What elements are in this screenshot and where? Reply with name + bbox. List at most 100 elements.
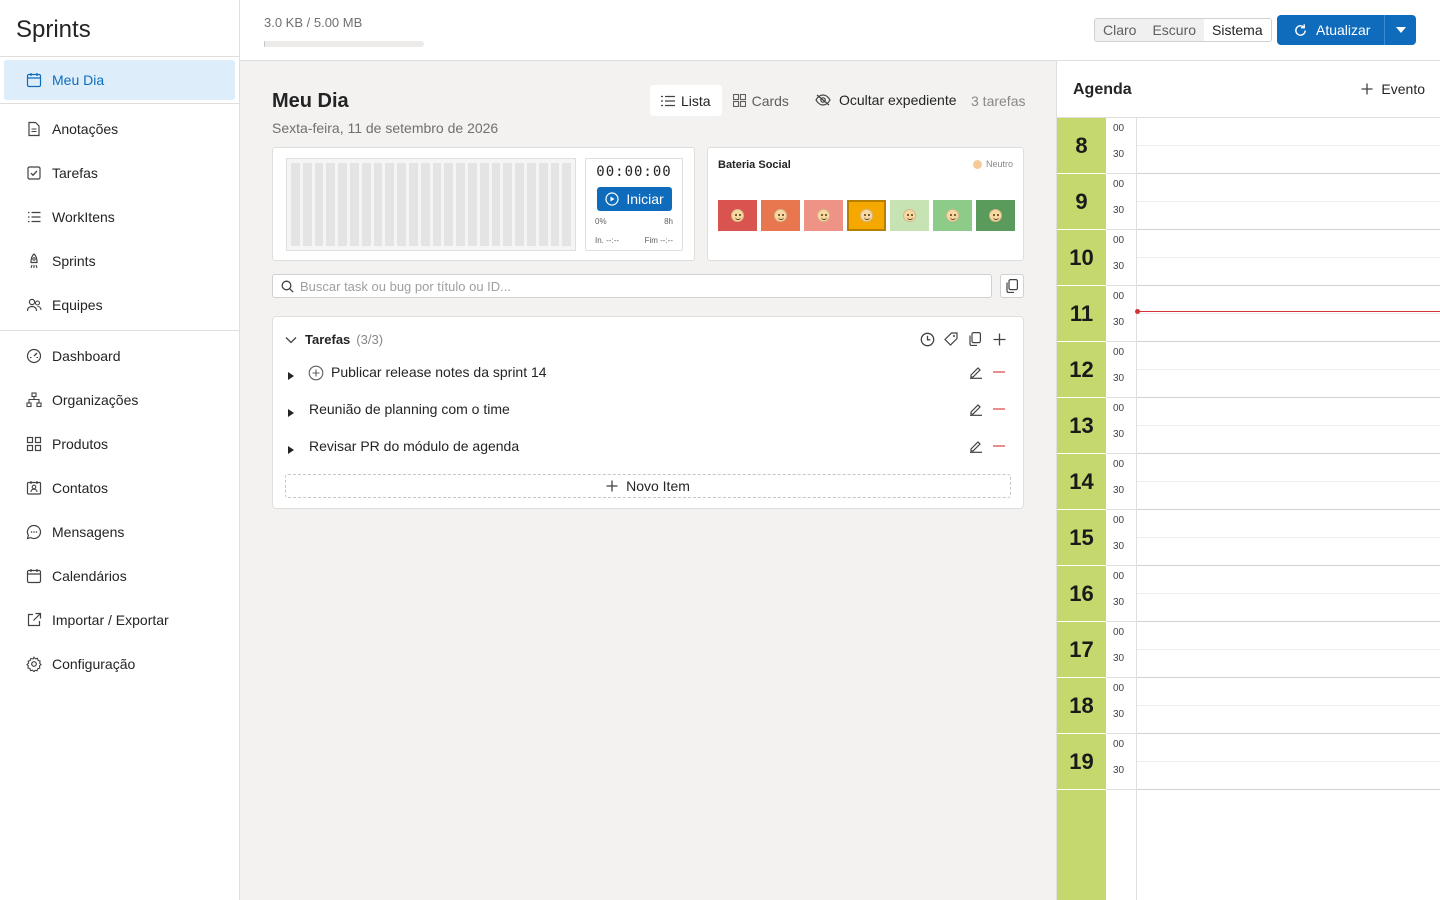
task-row[interactable]: Revisar PR do módulo de agenda bbox=[273, 434, 1023, 464]
sidebar-item[interactable]: Mensagens bbox=[0, 510, 239, 554]
edit-icon[interactable] bbox=[969, 402, 983, 416]
agenda-slot[interactable] bbox=[1137, 622, 1440, 678]
add-event-button[interactable]: Evento bbox=[1361, 81, 1425, 97]
agenda-slot[interactable] bbox=[1137, 118, 1440, 174]
agenda-slot[interactable] bbox=[1137, 398, 1440, 454]
page-date: Sexta-feira, 11 de setembro de 2026 bbox=[272, 120, 499, 136]
remove-icon[interactable] bbox=[993, 371, 1005, 373]
timeline-slot bbox=[503, 163, 513, 246]
mood-option[interactable] bbox=[804, 200, 843, 231]
task-row[interactable]: Publicar release notes da sprint 14 bbox=[273, 360, 1023, 390]
sidebar-item[interactable]: Contatos bbox=[0, 466, 239, 510]
agenda-slot[interactable] bbox=[1137, 174, 1440, 230]
timeline-slot bbox=[338, 163, 347, 246]
agenda-minute-label: 00 bbox=[1113, 235, 1125, 246]
mood-option[interactable] bbox=[976, 200, 1015, 231]
sidebar-item[interactable]: Sprints bbox=[0, 239, 239, 283]
task-title: Publicar release notes da sprint 14 bbox=[331, 364, 547, 380]
hide-workday-button[interactable]: Ocultar expediente bbox=[815, 92, 957, 108]
theme-option[interactable]: Sistema bbox=[1204, 19, 1271, 41]
agenda-title: Agenda bbox=[1073, 81, 1132, 98]
sidebar-item[interactable]: Anotações bbox=[0, 107, 239, 151]
tag-icon[interactable] bbox=[943, 331, 959, 347]
sidebar-item[interactable]: WorkItens bbox=[0, 195, 239, 239]
sidebar-item[interactable]: Tarefas bbox=[0, 151, 239, 195]
agenda-slot[interactable] bbox=[1137, 734, 1440, 790]
agenda-minute-label: 00 bbox=[1113, 459, 1125, 470]
sidebar-item[interactable]: Meu Dia bbox=[4, 60, 235, 100]
timeline-slot bbox=[420, 163, 430, 246]
agenda-minutes: 00 30 bbox=[1106, 454, 1136, 510]
sidebar-item[interactable]: Configuração bbox=[0, 642, 239, 686]
timeline-slot bbox=[526, 163, 536, 246]
sidebar-item-label: WorkItens bbox=[52, 209, 115, 225]
mood-option[interactable] bbox=[718, 200, 757, 231]
agenda-hour-label: 16 bbox=[1069, 581, 1094, 606]
task-row[interactable]: Reunião de planning com o time bbox=[273, 397, 1023, 427]
mood-option[interactable] bbox=[890, 200, 929, 231]
agenda-minutes: 00 30 bbox=[1106, 286, 1136, 342]
page-title: Meu Dia bbox=[272, 90, 349, 112]
agenda-minute-label: 30 bbox=[1113, 261, 1125, 272]
refresh-icon bbox=[1293, 23, 1316, 38]
theme-option[interactable]: Claro bbox=[1095, 19, 1144, 41]
agenda-slot[interactable] bbox=[1137, 342, 1440, 398]
caret-right-icon[interactable] bbox=[288, 446, 294, 454]
edit-icon[interactable] bbox=[969, 439, 983, 453]
mood-option[interactable] bbox=[847, 200, 886, 231]
agenda-slot[interactable] bbox=[1137, 678, 1440, 734]
agenda-hour: 19 bbox=[1057, 734, 1106, 790]
update-button[interactable]: Atualizar bbox=[1277, 15, 1384, 45]
sidebar-item-label: Meu Dia bbox=[52, 72, 105, 88]
new-item-button[interactable]: Novo Item bbox=[285, 474, 1011, 498]
mood-option[interactable] bbox=[933, 200, 972, 231]
timeline-slot bbox=[408, 163, 418, 246]
caret-right-icon[interactable] bbox=[288, 409, 294, 417]
agenda-hour-label: 10 bbox=[1069, 245, 1094, 270]
sidebar-item[interactable]: Dashboard bbox=[0, 334, 239, 378]
timeline-slot bbox=[385, 163, 395, 246]
tasks-title: Tarefas bbox=[305, 332, 351, 347]
app-title: Sprints bbox=[0, 0, 239, 57]
agenda-minute-label: 00 bbox=[1113, 291, 1125, 302]
remove-icon[interactable] bbox=[993, 408, 1005, 410]
update-dropdown-button[interactable] bbox=[1384, 15, 1416, 45]
task-search-input[interactable] bbox=[300, 278, 980, 294]
agenda-slot[interactable] bbox=[1137, 566, 1440, 622]
timer-start-button[interactable]: Iniciar bbox=[597, 187, 672, 211]
copy-button[interactable] bbox=[1000, 274, 1024, 298]
agenda-header: Agenda Evento bbox=[1057, 61, 1440, 118]
view-cards-button[interactable]: Cards bbox=[722, 85, 800, 116]
top-bar: 3.0 KB / 5.00 MB Claro Escuro Sistema Atua… bbox=[240, 0, 1440, 61]
theme-option[interactable]: Escuro bbox=[1144, 19, 1204, 41]
copy-icon[interactable] bbox=[967, 331, 983, 347]
view-list-button[interactable]: Lista bbox=[650, 85, 722, 116]
timer-clock: 00:00:00 bbox=[596, 164, 672, 180]
agenda-minute-label: 00 bbox=[1113, 571, 1125, 582]
agenda-slot[interactable] bbox=[1137, 454, 1440, 510]
remove-icon[interactable] bbox=[993, 445, 1005, 447]
sidebar-item[interactable]: Organizações bbox=[0, 378, 239, 422]
mood-option[interactable] bbox=[761, 200, 800, 231]
tasks-header[interactable]: Tarefas (3/3) bbox=[285, 332, 383, 347]
social-battery-state-label: Neutro bbox=[985, 159, 1013, 169]
agenda-minutes: 00 30 bbox=[1106, 622, 1136, 678]
sidebar-item[interactable]: Importar / Exportar bbox=[0, 598, 239, 642]
agenda-slot[interactable] bbox=[1137, 286, 1440, 342]
rocket-icon bbox=[26, 253, 42, 269]
agenda-slot[interactable] bbox=[1137, 510, 1440, 566]
mood-selector bbox=[718, 200, 1015, 231]
agenda-slot[interactable] bbox=[1137, 230, 1440, 286]
sidebar-item[interactable]: Calendários bbox=[0, 554, 239, 598]
chevron-down-icon bbox=[285, 336, 305, 344]
clock-icon[interactable] bbox=[919, 331, 935, 347]
timeline-slot bbox=[550, 163, 560, 246]
agenda-hour: 12 bbox=[1057, 342, 1106, 398]
sidebar-item[interactable]: Equipes bbox=[0, 283, 239, 327]
sidebar-item[interactable]: Produtos bbox=[0, 422, 239, 466]
caret-right-icon[interactable] bbox=[288, 372, 294, 380]
add-icon[interactable] bbox=[991, 331, 1007, 347]
task-title: Revisar PR do módulo de agenda bbox=[309, 438, 520, 454]
edit-icon[interactable] bbox=[969, 365, 983, 379]
agenda-minute-label: 30 bbox=[1113, 205, 1125, 216]
